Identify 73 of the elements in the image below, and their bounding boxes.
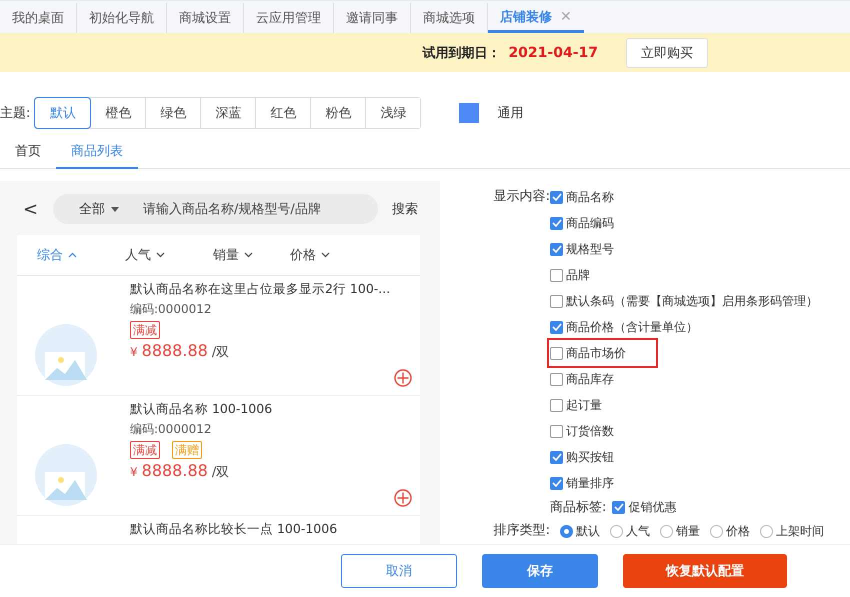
image-placeholder-icon — [35, 324, 97, 386]
sort-radio[interactable]: 默认 — [560, 522, 600, 540]
display-checkbox[interactable]: 商品库存 — [550, 370, 614, 388]
subtab[interactable]: 首页 — [0, 136, 56, 168]
search-placeholder: 请输入商品名称/规格型号/品牌 — [143, 201, 321, 218]
product-name: 默认商品名称比较长一点 100-1006 — [130, 520, 338, 538]
sort-option[interactable]: 人气 — [125, 246, 213, 264]
add-icon[interactable] — [394, 489, 412, 507]
product-code: 编码:0000012 — [130, 301, 212, 318]
cancel-button[interactable]: 取消 — [341, 554, 457, 588]
trial-label: 试用到期日： — [422, 44, 500, 62]
price-unit: /双 — [212, 464, 230, 481]
display-checkbox[interactable]: 订货倍数 — [550, 422, 614, 440]
checkmark-icon — [552, 453, 562, 461]
chevron-down-icon — [156, 252, 165, 258]
display-checkbox[interactable]: 商品市场价 — [550, 344, 626, 362]
sort-radio[interactable]: 销量 — [660, 522, 700, 540]
search-field[interactable]: 全部 请输入商品名称/规格型号/品牌 — [53, 194, 378, 224]
product-price: 8888.88 — [142, 461, 208, 480]
currency-symbol: ¥ — [130, 345, 138, 359]
tag-label: 商品标签: — [550, 499, 606, 516]
promo-tag: 满减 — [130, 321, 160, 339]
sort-option[interactable]: 价格 — [290, 246, 378, 264]
promo-tag: 满赠 — [172, 441, 202, 459]
theme-label: 主题: — [0, 105, 30, 122]
display-checkbox[interactable]: 规格型号 — [550, 240, 614, 258]
save-button[interactable]: 保存 — [482, 554, 598, 588]
search-button[interactable]: 搜索 — [392, 200, 418, 218]
display-checkbox[interactable]: 商品编码 — [550, 214, 614, 232]
sort-option[interactable]: 综合 — [37, 246, 125, 264]
caret-icon — [111, 206, 119, 212]
back-icon[interactable]: < — [17, 198, 53, 220]
trial-date: 2021-04-17 — [508, 44, 598, 60]
price-unit: /双 — [212, 344, 230, 361]
product-code: 编码:0000012 — [130, 421, 212, 438]
currency-symbol: ¥ — [130, 465, 138, 479]
swatch-label: 通用 — [497, 105, 524, 122]
category-dropdown[interactable]: 全部 — [79, 200, 119, 218]
display-checkbox[interactable]: 销量排序 — [550, 474, 614, 492]
chevron-down-icon — [244, 252, 253, 258]
color-swatch[interactable] — [459, 103, 480, 123]
sort-radio[interactable]: 人气 — [610, 522, 650, 540]
add-icon[interactable] — [394, 369, 412, 387]
sort-type-label: 排序类型: — [492, 522, 550, 540]
checkmark-icon — [552, 193, 562, 201]
tag-checkbox[interactable]: 促销优惠 — [612, 498, 676, 516]
display-checkbox[interactable]: 购买按钮 — [550, 448, 614, 466]
promo-tag: 满减 — [130, 441, 160, 459]
subtab[interactable]: 商品列表 — [56, 136, 138, 169]
reset-button[interactable]: 恢复默认配置 — [623, 554, 787, 588]
display-checkbox[interactable]: 默认条码（需要【商城选项】启用条形码管理） — [550, 292, 818, 310]
display-checkbox[interactable]: 商品价格（含计量单位） — [550, 318, 698, 336]
buy-button[interactable]: 立即购买 — [626, 38, 708, 68]
theme-option[interactable]: 默认 — [35, 98, 90, 128]
sort-option[interactable]: 销量 — [213, 246, 290, 264]
checkmark-icon — [552, 479, 562, 487]
checkmark-icon — [552, 323, 562, 331]
product-name: 默认商品名称 100-1006 — [130, 400, 272, 418]
display-label: 显示内容: — [492, 188, 550, 206]
display-checkbox[interactable]: 品牌 — [550, 266, 590, 284]
sort-radio[interactable]: 价格 — [710, 522, 750, 540]
checkmark-icon — [614, 503, 624, 511]
theme-option[interactable]: 浅绿 — [365, 98, 420, 128]
checkmark-icon — [552, 219, 562, 227]
checkmark-icon — [552, 245, 562, 253]
chevron-down-icon — [321, 252, 330, 258]
chevron-up-icon — [68, 252, 77, 258]
product-name: 默认商品名称在这里占位最多显示2行 100-... — [130, 280, 390, 298]
display-checkbox[interactable]: 商品名称 — [550, 188, 614, 206]
sort-radio[interactable]: 上架时间 — [760, 522, 824, 540]
image-placeholder-icon — [35, 444, 97, 506]
product-price: 8888.88 — [142, 341, 208, 360]
display-checkbox[interactable]: 起订量 — [550, 396, 602, 414]
